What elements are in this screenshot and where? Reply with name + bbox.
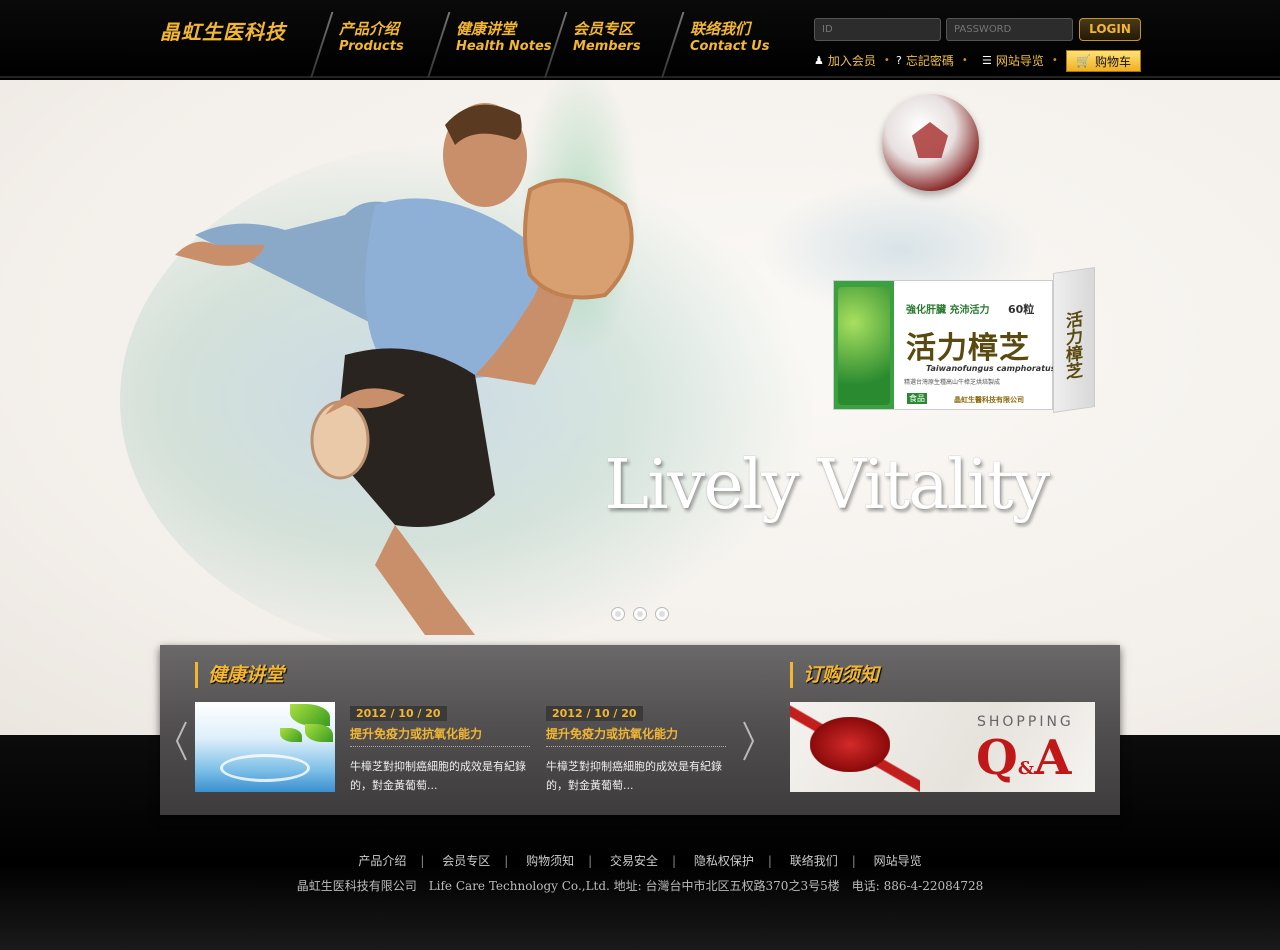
news-heading: 健康讲堂	[195, 662, 284, 688]
banner-a: A	[1034, 730, 1072, 786]
content-panel: 健康讲堂 2012 / 10 / 20 提升免疫力或抗氧化能力 牛樟芝對抑制癌細…	[160, 645, 1120, 815]
cart-label: 购物车	[1094, 54, 1131, 69]
nav-item-health-notes[interactable]: 健康讲堂 Health Notes	[427, 0, 552, 78]
password-input[interactable]	[946, 18, 1073, 41]
footer-link-sitemap[interactable]: 网站导览	[874, 854, 922, 868]
news-item[interactable]: 2012 / 10 / 20 提升免疫力或抗氧化能力 牛樟芝對抑制癌細胞的成效是…	[546, 702, 726, 795]
news-title[interactable]: 提升免疫力或抗氧化能力	[546, 725, 726, 747]
news-thumbnail[interactable]	[195, 702, 335, 792]
package-side: 活力樟芝	[1053, 267, 1095, 413]
footer-link-shopping-notice[interactable]: 购物须知	[526, 854, 574, 868]
product-description: 精選台灣原生種高山牛樟芝烘焙製成	[904, 379, 1001, 386]
cart-button[interactable]: 🛒 购物车	[1066, 50, 1141, 72]
site-logo[interactable]: 晶虹生医科技	[160, 16, 286, 45]
footer-link-products[interactable]: 产品介绍	[358, 854, 406, 868]
next-arrow-icon[interactable]	[742, 720, 756, 762]
banner-qa: Q&A	[976, 728, 1071, 792]
nav-label-cn: 联络我们	[690, 20, 751, 38]
sitemap-label: 网站导览	[995, 54, 1044, 68]
slide-dot-3[interactable]	[655, 607, 669, 621]
product-count: 60粒	[1008, 303, 1035, 316]
news-item[interactable]: 2012 / 10 / 20 提升免疫力或抗氧化能力 牛樟芝對抑制癌細胞的成效是…	[350, 702, 530, 795]
footer-separator: |	[504, 854, 509, 868]
hero-banner[interactable]: 強化肝臟 充沛活力 60粒 活力樟芝 Taiwanofungus camphor…	[0, 80, 1280, 735]
footer-nav: 产品介绍 | 会员专区 | 购物须知 | 交易安全 | 隐私权保护 | 联络我们 | 网站导…	[0, 852, 1280, 869]
hero-tagline: Lively Vitality	[604, 446, 1050, 525]
nav-divider	[544, 12, 568, 78]
sitemap-icon: ☰	[982, 54, 992, 67]
footer-separator: |	[420, 854, 425, 868]
package-side-title: 活力樟芝	[1062, 309, 1082, 381]
banner-q: Q	[976, 730, 1018, 786]
product-food-badge: 食品	[907, 393, 927, 404]
forgot-password-link[interactable]: ? 忘記密碼 •	[896, 52, 968, 69]
user-icon: ♟	[814, 54, 824, 67]
nav-label-en: Health Notes	[456, 39, 552, 54]
footer-separator: |	[851, 854, 856, 868]
nav-divider	[427, 12, 451, 78]
main-nav: 产品介绍 Products 健康讲堂 Health Notes 会员专区 Mem…	[310, 0, 778, 78]
cart-icon: 🛒	[1076, 54, 1091, 68]
nav-label-cn: 产品介绍	[339, 20, 400, 38]
header: 晶虹生医科技 产品介绍 Products 健康讲堂 Health Notes 会…	[0, 0, 1280, 78]
footer-link-members[interactable]: 会员专区	[442, 854, 490, 868]
join-member-link[interactable]: ♟ 加入会员 •	[814, 52, 890, 69]
util-separator-dot: •	[961, 55, 968, 66]
leaf-pattern	[838, 287, 890, 405]
slide-dot-2[interactable]	[633, 607, 647, 621]
sitemap-link[interactable]: ☰ 网站导览 •	[982, 52, 1058, 69]
shopping-qa-banner[interactable]: SHOPPING Q&A	[790, 702, 1095, 792]
footer-link-privacy[interactable]: 隐私权保护	[694, 854, 754, 868]
footer-separator: |	[588, 854, 593, 868]
nav-label-cn: 会员专区	[573, 20, 634, 38]
slide-indicators	[611, 607, 669, 621]
banner-amp: &	[1017, 758, 1035, 779]
footer-link-contact[interactable]: 联络我们	[790, 854, 838, 868]
news-excerpt: 牛樟芝對抑制癌細胞的成效是有紀錄的，對金黃葡萄...	[546, 760, 722, 792]
order-heading: 订购须知	[790, 662, 879, 688]
product-tag: 強化肝臟 充沛活力	[906, 305, 990, 316]
slide-dot-1[interactable]	[611, 607, 625, 621]
footer-separator: |	[672, 854, 677, 868]
nav-item-members[interactable]: 会员专区 Members	[544, 0, 661, 78]
soccer-player-image	[175, 103, 634, 635]
news-excerpt: 牛樟芝對抑制癌細胞的成效是有紀錄的，對金黃葡萄...	[350, 760, 526, 792]
nav-label-en: Members	[573, 39, 641, 54]
product-title: 活力樟芝	[906, 331, 1030, 366]
news-date: 2012 / 10 / 20	[546, 706, 643, 721]
util-separator-dot: •	[883, 55, 890, 66]
news-title[interactable]: 提升免疫力或抗氧化能力	[350, 725, 530, 747]
nav-item-contact-us[interactable]: 联络我们 Contact Us	[661, 0, 778, 78]
soccer-ball-image	[882, 94, 979, 191]
nav-item-products[interactable]: 产品介绍 Products	[310, 0, 427, 78]
forgot-password-label: 忘記密碼	[905, 54, 954, 68]
leaf-decoration	[305, 724, 333, 742]
footer-link-transaction-security[interactable]: 交易安全	[610, 854, 658, 868]
news-date: 2012 / 10 / 20	[350, 706, 447, 721]
footer-separator: |	[767, 854, 772, 868]
footer-company-info: 晶虹生医科技有限公司 Life Care Technology Co.,Ltd.…	[296, 879, 984, 893]
product-brand: 晶虹生醫科技有限公司	[954, 396, 1024, 404]
nav-divider	[661, 12, 685, 78]
util-separator-dot: •	[1051, 55, 1058, 66]
login-button[interactable]: LOGIN	[1079, 18, 1141, 41]
nav-label-en: Contact Us	[690, 39, 770, 54]
prev-arrow-icon[interactable]	[174, 720, 188, 762]
leaf-decoration	[290, 704, 330, 726]
package-front: 強化肝臟 充沛活力 60粒 活力樟芝 Taiwanofungus camphor…	[833, 280, 1056, 410]
nav-label-cn: 健康讲堂	[456, 20, 517, 38]
join-member-label: 加入会员	[827, 54, 876, 68]
nav-divider	[310, 12, 334, 78]
product-latin-name: Taiwanofungus camphoratus	[926, 364, 1056, 373]
question-icon: ?	[896, 54, 902, 67]
water-ripple	[220, 754, 310, 782]
leaf-decoration	[280, 728, 302, 742]
nav-label-en: Products	[339, 39, 404, 54]
bow-decoration	[810, 717, 890, 772]
product-package-image: 強化肝臟 充沛活力 60粒 活力樟芝 Taiwanofungus camphor…	[833, 267, 1095, 420]
id-input[interactable]	[814, 18, 941, 41]
